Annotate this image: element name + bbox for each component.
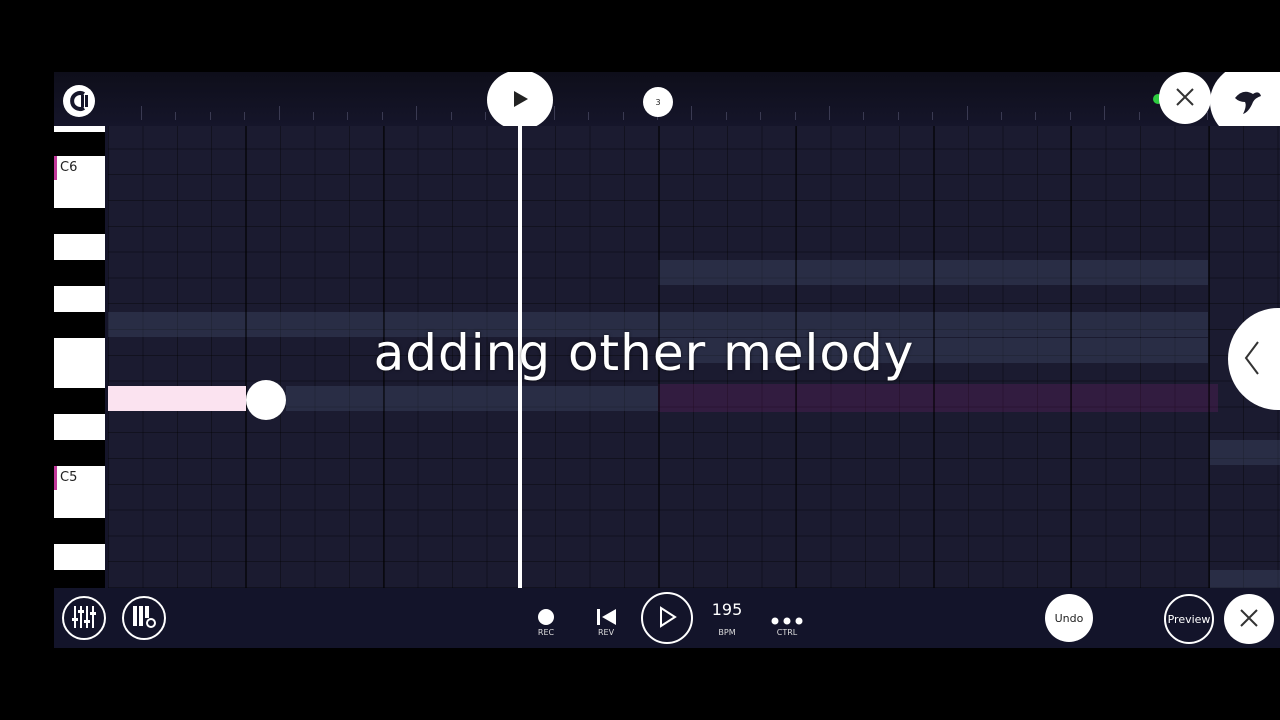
grid-line xyxy=(1070,126,1072,588)
close-icon xyxy=(1174,86,1196,111)
timeline-tick xyxy=(416,106,418,120)
key-label: C6 xyxy=(54,156,105,180)
mixer-icon xyxy=(70,604,98,633)
ctrl-control[interactable]: CTRL xyxy=(762,596,812,644)
bpm-value: 195 xyxy=(711,600,743,619)
rewind-control[interactable]: REV xyxy=(581,596,631,644)
piano-key[interactable] xyxy=(54,414,105,440)
rewind-label: REV xyxy=(597,628,615,637)
bird-icon xyxy=(1231,84,1265,121)
timeline-tick xyxy=(932,112,934,120)
close-icon xyxy=(1238,607,1260,632)
close-button[interactable] xyxy=(1159,72,1211,124)
chevron-left-icon xyxy=(1242,340,1262,379)
timeline-tick xyxy=(1138,112,1140,120)
grid-line xyxy=(933,126,935,588)
ctrl-label: CTRL xyxy=(776,628,798,637)
piano-key-c6[interactable]: C6 xyxy=(54,156,105,208)
timeline-ruler[interactable]: 3 xyxy=(54,72,1280,142)
piano-key[interactable] xyxy=(54,234,105,260)
timeline-tick xyxy=(313,112,314,120)
grid-line xyxy=(1208,126,1210,588)
piano-key[interactable] xyxy=(54,544,105,570)
logo-icon[interactable] xyxy=(62,84,96,118)
play-icon xyxy=(511,90,529,111)
bar-marker[interactable]: 3 xyxy=(643,87,673,117)
timeline-tick xyxy=(1035,112,1037,120)
timeline-tick xyxy=(1104,106,1106,120)
piano-settings-icon xyxy=(130,604,158,633)
timeline-tick xyxy=(450,112,452,120)
timeline-tick xyxy=(897,112,899,120)
timeline-tick xyxy=(588,112,590,120)
timeline-tick xyxy=(347,112,349,120)
timeline-tick xyxy=(966,106,968,120)
timeline-tick xyxy=(175,112,177,120)
record-control[interactable]: REC xyxy=(521,596,571,644)
timeline-tick xyxy=(863,112,865,120)
timeline-tick xyxy=(760,112,762,120)
play-button[interactable] xyxy=(641,592,693,644)
piano-key[interactable] xyxy=(54,286,105,312)
rewind-icon xyxy=(596,608,618,630)
piano-key-c5[interactable]: C5 xyxy=(54,466,105,518)
timeline-tick xyxy=(725,112,727,120)
ghost-note xyxy=(286,386,658,411)
bpm-control[interactable]: 195 BPM xyxy=(702,596,752,644)
key-label: C5 xyxy=(54,466,105,490)
timeline-tick xyxy=(141,106,142,120)
play-icon xyxy=(657,605,677,631)
ghost-note xyxy=(658,384,1218,412)
mixer-button[interactable] xyxy=(62,596,106,640)
piano-keyboard[interactable]: C6 C5 xyxy=(54,126,105,648)
timeline-tick xyxy=(1069,112,1071,120)
piano-key[interactable] xyxy=(54,338,105,388)
timeline-tick xyxy=(244,112,246,120)
timeline-tick xyxy=(829,106,830,120)
bpm-label: BPM xyxy=(718,628,736,637)
grid-line xyxy=(245,126,247,588)
timeline-tick xyxy=(622,112,624,120)
note-resize-handle[interactable] xyxy=(246,380,286,420)
transport-bar: REC REV 195 BPM CTRL Undo Preview xyxy=(54,588,1280,648)
undo-button[interactable]: Undo xyxy=(1045,594,1093,642)
preview-button[interactable]: Preview xyxy=(1164,594,1214,644)
timeline-tick xyxy=(381,112,383,120)
close-panel-button[interactable] xyxy=(1224,594,1274,644)
timeline-tick xyxy=(691,106,693,120)
video-caption: adding other melody xyxy=(373,324,915,382)
timeline-tick xyxy=(485,112,486,120)
timeline-play-button[interactable] xyxy=(487,72,553,130)
timeline-tick xyxy=(794,112,796,120)
timeline-tick xyxy=(1001,112,1002,120)
record-label: REC xyxy=(537,628,555,637)
record-icon xyxy=(537,608,555,630)
timeline-tick xyxy=(278,106,280,120)
timeline-tick xyxy=(209,112,211,120)
piano-settings-button[interactable] xyxy=(122,596,166,640)
ghost-note xyxy=(1210,440,1280,465)
piano-key[interactable] xyxy=(54,126,105,132)
piano-roll-app: 3 C6 C5 adding other melody REC REV 195 … xyxy=(54,72,1280,648)
melody-note[interactable] xyxy=(108,386,246,411)
timeline-tick xyxy=(1207,112,1209,120)
timeline-tick xyxy=(553,106,555,120)
